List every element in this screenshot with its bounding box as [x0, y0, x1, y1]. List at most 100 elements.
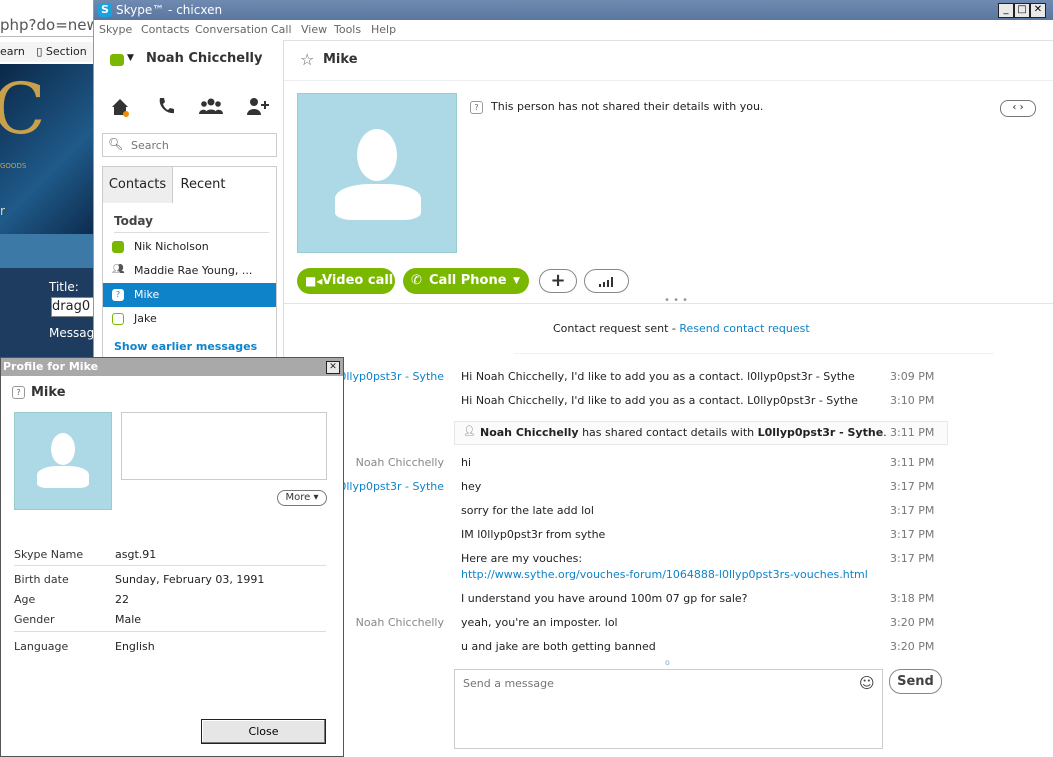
message-text: yeah, you're an imposter. lol: [461, 616, 618, 629]
contact-card-icon: 👤︎: [463, 426, 476, 437]
message-time: 3:10 PM: [890, 394, 935, 407]
menu-tools[interactable]: Tools: [334, 23, 361, 36]
message-text: Here are my vouches:: [461, 552, 583, 565]
message-text: IM l0llyp0pst3r from sythe: [461, 528, 606, 541]
menu-call[interactable]: Call: [271, 23, 292, 36]
mood-message-box: [121, 412, 327, 480]
contact-item-nik-nicholson[interactable]: Nik Nicholson: [103, 235, 276, 259]
menu-help[interactable]: Help: [371, 23, 396, 36]
group-icon: 👥︎: [112, 264, 125, 275]
message-sender[interactable]: l0llyp0pst3r - Sythe: [334, 480, 444, 493]
resize-handle[interactable]: • • •: [664, 295, 688, 306]
chevron-down-icon[interactable]: ▼: [127, 53, 134, 63]
contact-name: Maddie Rae Young, ...: [134, 264, 253, 277]
add-icon[interactable]: +: [539, 269, 577, 293]
menu-contacts[interactable]: Contacts: [141, 23, 190, 36]
resend-contact-request-link[interactable]: Resend contact request: [679, 322, 809, 335]
add-contact-icon[interactable]: [245, 96, 271, 120]
message-sender[interactable]: Noah Chicchelly: [334, 456, 444, 469]
menu-bar: Skype Contacts Conversation Call View To…: [94, 20, 1053, 41]
message-time: 3:11 PM: [890, 426, 935, 439]
banner-letter: r: [0, 204, 5, 218]
menu-view[interactable]: View: [301, 23, 327, 36]
user-name[interactable]: Noah Chicchelly: [146, 51, 263, 66]
pager-arrows[interactable]: ‹ ›: [1000, 100, 1036, 117]
message-time: 3:20 PM: [890, 616, 935, 629]
send-button[interactable]: Send: [889, 669, 942, 694]
maximize-button[interactable]: □: [1014, 3, 1030, 18]
message-time: 3:20 PM: [890, 640, 935, 653]
forum-title-input[interactable]: drag0: [51, 297, 97, 317]
emoticon-icon[interactable]: ☺: [859, 674, 875, 692]
star-icon[interactable]: ☆: [300, 50, 314, 69]
field-value-language: English: [115, 640, 155, 653]
contact-name: Nik Nicholson: [134, 240, 209, 253]
message-text: Hi Noah Chicchelly, I'd like to add you …: [461, 370, 855, 383]
browser-url-bar[interactable]: php?do=new: [0, 14, 95, 37]
conversation-header: ☆ Mike: [284, 40, 1053, 81]
banner-logo: C: [0, 68, 46, 150]
phone-icon[interactable]: [153, 96, 179, 120]
divider: [284, 303, 1053, 304]
message-time: 3:17 PM: [890, 504, 935, 517]
profile-notice-text: This person has not shared their details…: [491, 100, 764, 113]
online-status-icon[interactable]: [110, 54, 124, 66]
video-call-button[interactable]: ■◂ Video call: [297, 268, 395, 294]
contact-tabs: Contacts Recent: [102, 166, 277, 203]
chevron-right-icon[interactable]: ›: [1020, 102, 1024, 113]
message-text: Hi Noah Chicchelly, I'd like to add you …: [461, 394, 858, 407]
message-compose-box[interactable]: [454, 669, 883, 749]
profile-name: Mike: [31, 385, 66, 400]
dialog-title: Profile for Mike: [3, 360, 99, 373]
close-window-button[interactable]: ✕: [1030, 3, 1046, 18]
show-earlier-messages-link[interactable]: Show earlier messages: [114, 340, 257, 353]
contact-item-jake[interactable]: Jake: [103, 307, 276, 331]
contact-request-status: Contact request sent - Resend contact re…: [553, 322, 810, 335]
message-input[interactable]: [461, 675, 855, 745]
contact-avatar: [297, 93, 457, 253]
divider: [14, 565, 326, 566]
group-icon[interactable]: [198, 96, 224, 120]
bookmark-item[interactable]: earn: [0, 45, 25, 58]
close-button[interactable]: Close: [201, 719, 326, 744]
tab-contacts[interactable]: Contacts: [103, 167, 173, 203]
divider: [114, 232, 269, 233]
conversation-contact-name[interactable]: Mike: [323, 52, 358, 67]
typing-indicator: o: [665, 658, 670, 667]
call-quality-icon[interactable]: [584, 269, 629, 293]
bookmark-section[interactable]: Section: [46, 45, 87, 58]
field-value-gender: Male: [115, 613, 142, 626]
message-link[interactable]: http://www.sythe.org/vouches-forum/10648…: [461, 568, 868, 581]
message-text: hey: [461, 480, 482, 493]
tab-recent[interactable]: Recent: [173, 167, 233, 203]
field-label-age: Age: [14, 593, 36, 606]
contact-item-maddie-rae-young[interactable]: 👥︎ Maddie Rae Young, ...: [103, 259, 276, 283]
field-label-skype-name: Skype Name: [14, 548, 84, 561]
page-icon: ▯: [36, 45, 43, 58]
more-button[interactable]: More ▾: [277, 490, 327, 506]
online-status-icon: [112, 241, 124, 253]
chevron-left-icon[interactable]: ‹: [1012, 102, 1016, 113]
contact-item-mike[interactable]: ? Mike: [103, 283, 276, 307]
search-icon: 🔍︎: [108, 137, 124, 151]
system-message: 👤︎ Noah Chicchelly has shared contact de…: [454, 421, 948, 445]
message-time: 3:09 PM: [890, 370, 935, 383]
browser-bookmarks-bar: earn ▯ Section: [0, 42, 95, 62]
forum-banner: C GOODS r: [0, 64, 95, 234]
field-value-birth-date: Sunday, February 03, 1991: [115, 573, 265, 586]
system-message-text: Noah Chicchelly has shared contact detai…: [480, 426, 887, 439]
message-sender[interactable]: Noah Chicchelly: [334, 616, 444, 629]
message-sender[interactable]: l0llyp0pst3r - Sythe: [334, 370, 444, 383]
home-icon[interactable]: [107, 96, 133, 120]
menu-skype[interactable]: Skype: [99, 23, 132, 36]
chevron-down-icon[interactable]: ▼: [513, 268, 520, 294]
message-time: 3:17 PM: [890, 528, 935, 541]
search-input[interactable]: [129, 136, 273, 154]
menu-conversation[interactable]: Conversation: [195, 23, 268, 36]
minimize-button[interactable]: _: [998, 3, 1014, 18]
call-phone-button[interactable]: ✆ Call Phone ▼: [403, 268, 529, 294]
close-icon[interactable]: ✕: [326, 361, 340, 374]
search-box[interactable]: 🔍︎: [102, 133, 277, 157]
banner-text: GOODS: [0, 162, 27, 170]
field-value-age: 22: [115, 593, 129, 606]
